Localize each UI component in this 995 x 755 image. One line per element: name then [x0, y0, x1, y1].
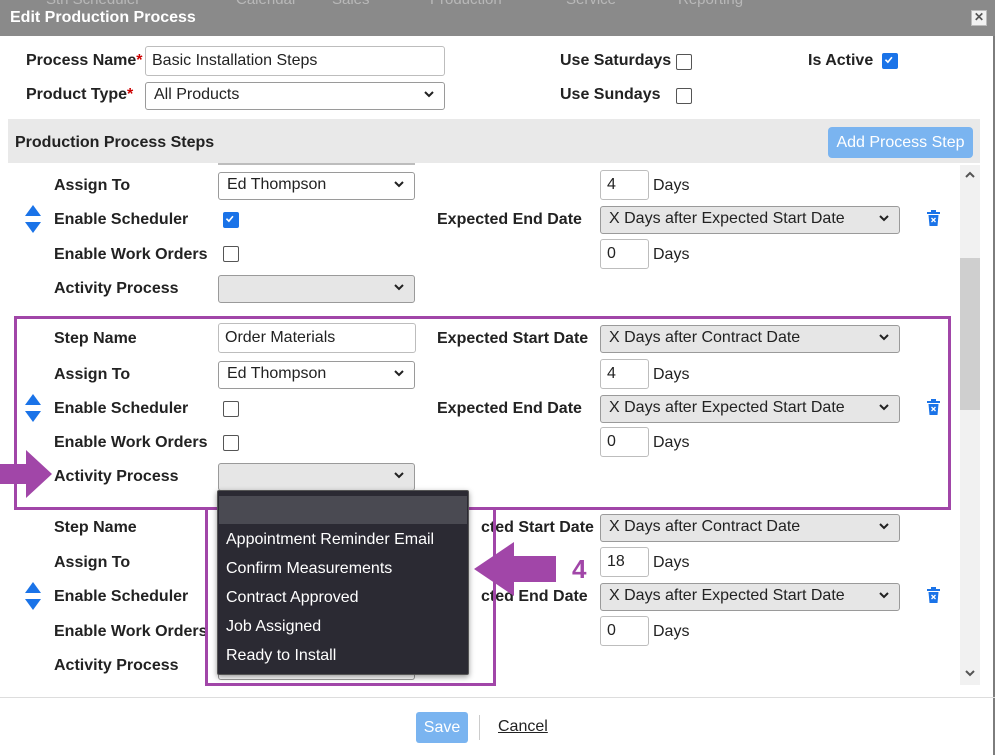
- delete-step-icon[interactable]: [927, 210, 940, 226]
- use-saturdays-checkbox[interactable]: [676, 54, 692, 70]
- footer-divider: [0, 697, 995, 698]
- cancel-link[interactable]: Cancel: [498, 718, 548, 736]
- footer-separator: [479, 715, 480, 740]
- days-label: Days: [653, 246, 690, 263]
- days-label: Days: [653, 554, 690, 571]
- days-label: Days: [653, 623, 690, 640]
- expected-start-date-label: cted Start Date: [481, 519, 594, 536]
- activity-process-label: Activity Process: [54, 280, 179, 297]
- reorder-updown-icon[interactable]: [24, 204, 42, 234]
- chevron-down-icon: [879, 215, 889, 222]
- assign-to-label: Assign To: [54, 554, 131, 571]
- enable-scheduler-label: Enable Scheduler: [54, 588, 189, 605]
- background-nav-item: Production: [430, 0, 502, 8]
- background-nav-item: Sales: [332, 0, 370, 8]
- close-button[interactable]: ✕: [971, 10, 987, 26]
- dropdown-option-blank[interactable]: [219, 496, 467, 524]
- assign-to-select[interactable]: Ed Thompson: [218, 172, 415, 200]
- end-days-input[interactable]: [600, 616, 649, 646]
- required-mark: *: [127, 86, 134, 103]
- dropdown-option[interactable]: Confirm Measurements: [226, 560, 392, 578]
- background-nav-item: Stn Scheduler: [46, 0, 140, 8]
- highlight-step-box: [14, 316, 951, 510]
- close-icon: ✕: [973, 10, 985, 24]
- chevron-down-icon: [394, 181, 404, 188]
- use-sundays-checkbox[interactable]: [676, 88, 692, 104]
- delete-step-icon[interactable]: [927, 587, 940, 603]
- background-nav-item: Service: [566, 0, 616, 8]
- check-icon: [225, 215, 234, 223]
- scroll-up-icon[interactable]: [963, 168, 977, 182]
- scroll-down-icon[interactable]: [963, 666, 977, 680]
- process-name-input[interactable]: [145, 46, 445, 76]
- annotation-number: 4: [572, 554, 587, 584]
- enable-work-orders-checkbox[interactable]: [223, 246, 239, 262]
- enable-work-orders-label: Enable Work Orders: [54, 623, 208, 640]
- steps-section-title: Production Process Steps: [15, 134, 215, 151]
- scrollbar-track[interactable]: [960, 165, 980, 685]
- enable-scheduler-checkbox[interactable]: [223, 212, 239, 228]
- expected-start-date-select[interactable]: X Days after Contract Date: [600, 514, 900, 542]
- save-button[interactable]: Save: [416, 712, 468, 743]
- enable-scheduler-label: Enable Scheduler: [54, 211, 189, 228]
- dropdown-option[interactable]: Job Assigned: [226, 618, 321, 636]
- start-days-input[interactable]: [600, 170, 649, 200]
- background-nav-item: Reporting: [678, 0, 743, 8]
- process-name-label: Process Name*: [26, 52, 143, 69]
- chevron-down-icon: [879, 523, 889, 530]
- start-days-input[interactable]: [600, 547, 649, 577]
- chevron-down-icon: [394, 284, 404, 291]
- days-label: Days: [653, 177, 690, 194]
- is-active-checkbox[interactable]: [882, 53, 898, 69]
- chevron-down-icon: [424, 91, 434, 98]
- dropdown-option[interactable]: Ready to Install: [226, 647, 336, 665]
- is-active-label: Is Active: [808, 52, 874, 69]
- enable-work-orders-label: Enable Work Orders: [54, 246, 208, 263]
- step-name-label: Step Name: [54, 519, 137, 536]
- assign-to-label: Assign To: [54, 177, 131, 194]
- scrollbar-thumb[interactable]: [960, 258, 980, 410]
- background-nav-item: Calendar: [236, 0, 297, 8]
- reorder-updown-icon[interactable]: [24, 581, 42, 611]
- product-type-label: Product Type*: [26, 86, 134, 103]
- step-name-input-edge: [218, 163, 415, 165]
- use-saturdays-label: Use Saturdays: [560, 52, 672, 69]
- add-process-step-button[interactable]: Add Process Step: [828, 127, 973, 158]
- chevron-down-icon: [879, 592, 889, 599]
- use-sundays-label: Use Sundays: [560, 86, 661, 103]
- expected-end-date-select[interactable]: X Days after Expected Start Date: [600, 583, 900, 611]
- dialog-title: Edit Production Process: [10, 9, 196, 26]
- required-mark: *: [136, 52, 143, 69]
- dropdown-option[interactable]: Contract Approved: [226, 589, 359, 607]
- expected-end-date-select[interactable]: X Days after Expected Start Date: [600, 206, 900, 234]
- annotation-arrow-left-icon: [474, 542, 556, 596]
- activity-process-label: Activity Process: [54, 657, 179, 674]
- annotation-arrow-right-icon: [0, 450, 52, 498]
- end-days-input[interactable]: [600, 239, 649, 269]
- activity-process-select[interactable]: [218, 275, 415, 303]
- dropdown-option[interactable]: Appointment Reminder Email: [226, 531, 434, 549]
- expected-end-date-label: Expected End Date: [437, 211, 582, 228]
- product-type-select[interactable]: All Products: [145, 82, 445, 110]
- check-icon: [884, 56, 893, 64]
